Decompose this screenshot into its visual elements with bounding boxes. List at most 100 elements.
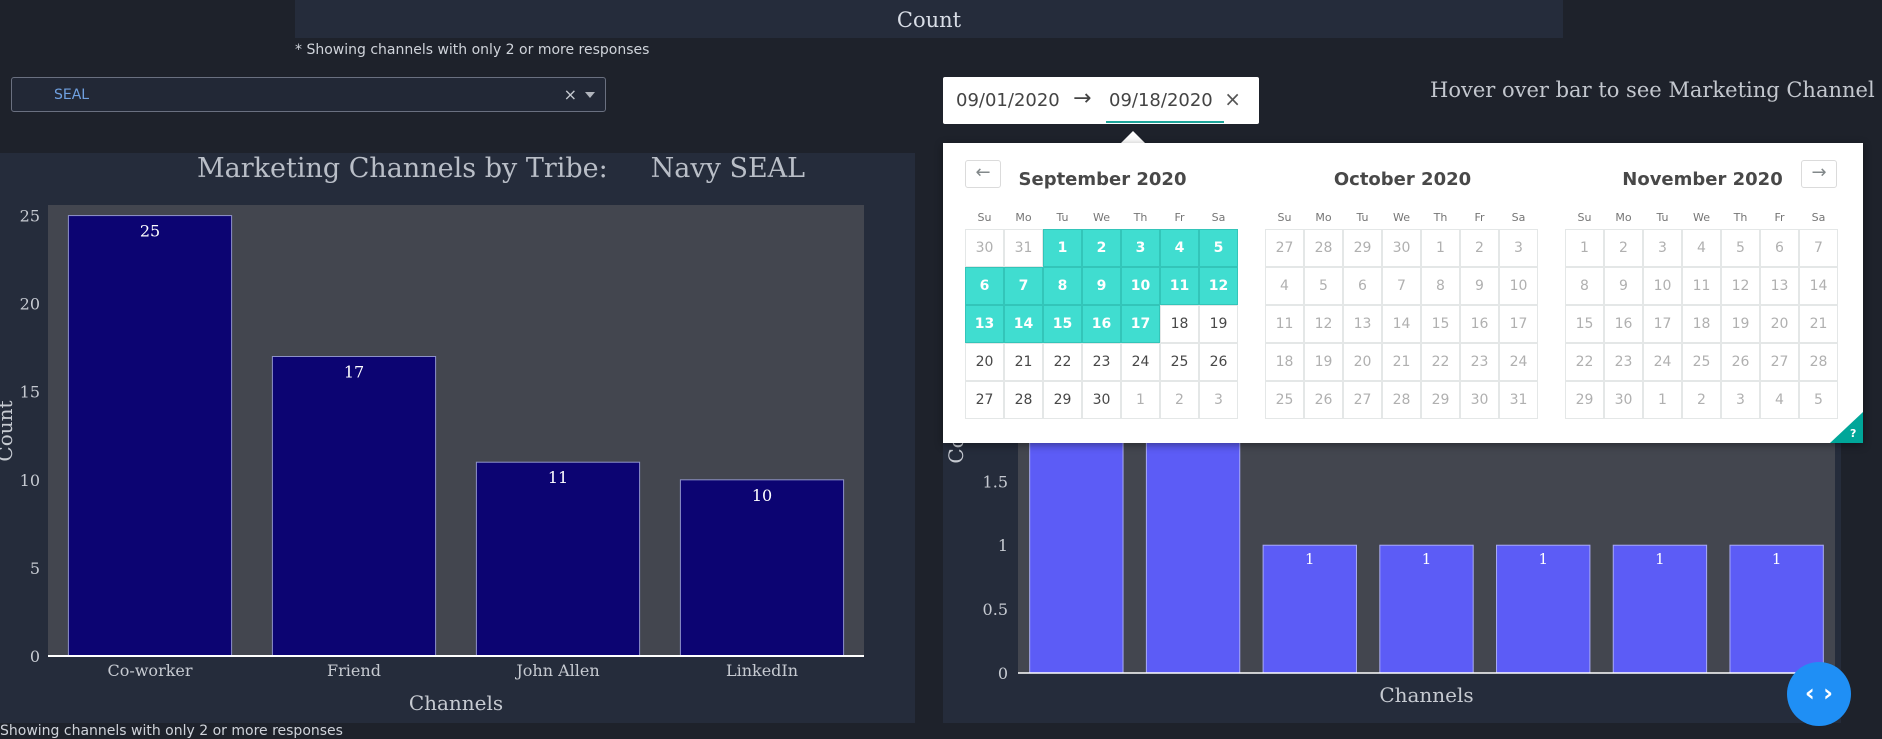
calendar-day[interactable]: 3 bbox=[1721, 381, 1760, 419]
calendar-day[interactable]: 26 bbox=[1721, 343, 1760, 381]
calendar-day[interactable]: 7 bbox=[1382, 267, 1421, 305]
calendar-day[interactable]: 30 bbox=[965, 229, 1004, 267]
tribe-select[interactable]: SEAL × bbox=[11, 77, 606, 112]
calendar-day[interactable]: 20 bbox=[1343, 343, 1382, 381]
calendar-day[interactable]: 10 bbox=[1121, 267, 1160, 305]
chevron-down-icon[interactable] bbox=[585, 92, 595, 98]
calendar-day[interactable]: 8 bbox=[1043, 267, 1082, 305]
close-icon[interactable]: × bbox=[1224, 87, 1241, 111]
calendar-day[interactable]: 1 bbox=[1121, 381, 1160, 419]
calendar-day[interactable]: 7 bbox=[1004, 267, 1043, 305]
calendar-day[interactable]: 28 bbox=[1382, 381, 1421, 419]
calendar-day[interactable]: 5 bbox=[1199, 229, 1238, 267]
calendar-day[interactable]: 5 bbox=[1304, 267, 1343, 305]
calendar-day[interactable]: 4 bbox=[1160, 229, 1199, 267]
calendar-day[interactable]: 17 bbox=[1121, 305, 1160, 343]
calendar-day[interactable]: 13 bbox=[1760, 267, 1799, 305]
calendar-day[interactable]: 10 bbox=[1499, 267, 1538, 305]
calendar-day[interactable]: 31 bbox=[1499, 381, 1538, 419]
calendar-day[interactable]: 20 bbox=[1760, 305, 1799, 343]
calendar-day[interactable]: 2 bbox=[1604, 229, 1643, 267]
calendar-day[interactable]: 18 bbox=[1682, 305, 1721, 343]
calendar-day[interactable]: 25 bbox=[1682, 343, 1721, 381]
calendar-day[interactable]: 9 bbox=[1460, 267, 1499, 305]
calendar-day[interactable]: 13 bbox=[965, 305, 1004, 343]
calendar-day[interactable]: 27 bbox=[1343, 381, 1382, 419]
help-icon[interactable]: ? bbox=[1850, 427, 1856, 440]
calendar-day[interactable]: 30 bbox=[1382, 229, 1421, 267]
calendar-day[interactable]: 6 bbox=[965, 267, 1004, 305]
calendar-day[interactable]: 4 bbox=[1760, 381, 1799, 419]
calendar-day[interactable]: 2 bbox=[1082, 229, 1121, 267]
calendar-day[interactable]: 31 bbox=[1004, 229, 1043, 267]
calendar-day[interactable]: 13 bbox=[1343, 305, 1382, 343]
calendar-day[interactable]: 23 bbox=[1460, 343, 1499, 381]
calendar-day[interactable]: 2 bbox=[1160, 381, 1199, 419]
calendar-day[interactable]: 15 bbox=[1421, 305, 1460, 343]
calendar-day[interactable]: 11 bbox=[1160, 267, 1199, 305]
calendar-day[interactable]: 24 bbox=[1121, 343, 1160, 381]
calendar-day[interactable]: 25 bbox=[1160, 343, 1199, 381]
calendar-day[interactable]: 22 bbox=[1421, 343, 1460, 381]
start-date-input[interactable]: 09/01/2020 bbox=[956, 90, 1060, 111]
calendar-day[interactable]: 12 bbox=[1304, 305, 1343, 343]
calendar-day[interactable]: 10 bbox=[1643, 267, 1682, 305]
calendar-day[interactable]: 27 bbox=[1265, 229, 1304, 267]
calendar-day[interactable]: 15 bbox=[1565, 305, 1604, 343]
calendar-day[interactable]: 6 bbox=[1760, 229, 1799, 267]
calendar-day[interactable]: 12 bbox=[1721, 267, 1760, 305]
calendar-day[interactable]: 15 bbox=[1043, 305, 1082, 343]
calendar-day[interactable]: 22 bbox=[1565, 343, 1604, 381]
calendar-day[interactable]: 14 bbox=[1799, 267, 1838, 305]
calendar-day[interactable]: 1 bbox=[1421, 229, 1460, 267]
calendar-day[interactable]: 27 bbox=[965, 381, 1004, 419]
calendar-day[interactable]: 25 bbox=[1265, 381, 1304, 419]
calendar-day[interactable]: 20 bbox=[965, 343, 1004, 381]
calendar-day[interactable]: 22 bbox=[1043, 343, 1082, 381]
calendar-day[interactable]: 21 bbox=[1004, 343, 1043, 381]
calendar-day[interactable]: 16 bbox=[1460, 305, 1499, 343]
calendar-day[interactable]: 17 bbox=[1643, 305, 1682, 343]
calendar-day[interactable]: 5 bbox=[1721, 229, 1760, 267]
calendar-day[interactable]: 18 bbox=[1160, 305, 1199, 343]
calendar-day[interactable]: 7 bbox=[1799, 229, 1838, 267]
clear-icon[interactable]: × bbox=[564, 85, 577, 104]
calendar-day[interactable]: 3 bbox=[1499, 229, 1538, 267]
calendar-day[interactable]: 27 bbox=[1760, 343, 1799, 381]
calendar-day[interactable]: 6 bbox=[1343, 267, 1382, 305]
calendar-day[interactable]: 21 bbox=[1799, 305, 1838, 343]
calendar-day[interactable]: 9 bbox=[1604, 267, 1643, 305]
calendar-day[interactable]: 1 bbox=[1043, 229, 1082, 267]
calendar-day[interactable]: 23 bbox=[1082, 343, 1121, 381]
calendar-day[interactable]: 28 bbox=[1004, 381, 1043, 419]
calendar-day[interactable]: 16 bbox=[1082, 305, 1121, 343]
calendar-day[interactable]: 2 bbox=[1460, 229, 1499, 267]
calendar-day[interactable]: 2 bbox=[1682, 381, 1721, 419]
calendar-day[interactable]: 18 bbox=[1265, 343, 1304, 381]
calendar-day[interactable]: 19 bbox=[1721, 305, 1760, 343]
calendar-day[interactable]: 19 bbox=[1304, 343, 1343, 381]
calendar-day[interactable]: 1 bbox=[1565, 229, 1604, 267]
calendar-day[interactable]: 21 bbox=[1382, 343, 1421, 381]
calendar-day[interactable]: 3 bbox=[1643, 229, 1682, 267]
calendar-day[interactable]: 11 bbox=[1265, 305, 1304, 343]
calendar-day[interactable]: 29 bbox=[1043, 381, 1082, 419]
help-button[interactable] bbox=[1830, 412, 1863, 443]
calendar-day[interactable]: 14 bbox=[1382, 305, 1421, 343]
code-toggle-button[interactable]: ‹ › bbox=[1787, 662, 1851, 726]
calendar-day[interactable]: 3 bbox=[1199, 381, 1238, 419]
calendar-day[interactable]: 17 bbox=[1499, 305, 1538, 343]
calendar-day[interactable]: 29 bbox=[1565, 381, 1604, 419]
calendar-day[interactable]: 26 bbox=[1304, 381, 1343, 419]
calendar-day[interactable]: 23 bbox=[1604, 343, 1643, 381]
date-range-input[interactable]: 09/01/2020 → 09/18/2020 × bbox=[943, 77, 1259, 124]
calendar-day[interactable]: 30 bbox=[1082, 381, 1121, 419]
calendar-day[interactable]: 19 bbox=[1199, 305, 1238, 343]
calendar-day[interactable]: 3 bbox=[1121, 229, 1160, 267]
calendar-day[interactable]: 30 bbox=[1604, 381, 1643, 419]
calendar-day[interactable]: 9 bbox=[1082, 267, 1121, 305]
calendar-day[interactable]: 28 bbox=[1799, 343, 1838, 381]
calendar-day[interactable]: 14 bbox=[1004, 305, 1043, 343]
calendar-day[interactable]: 30 bbox=[1460, 381, 1499, 419]
calendar-day[interactable]: 24 bbox=[1499, 343, 1538, 381]
